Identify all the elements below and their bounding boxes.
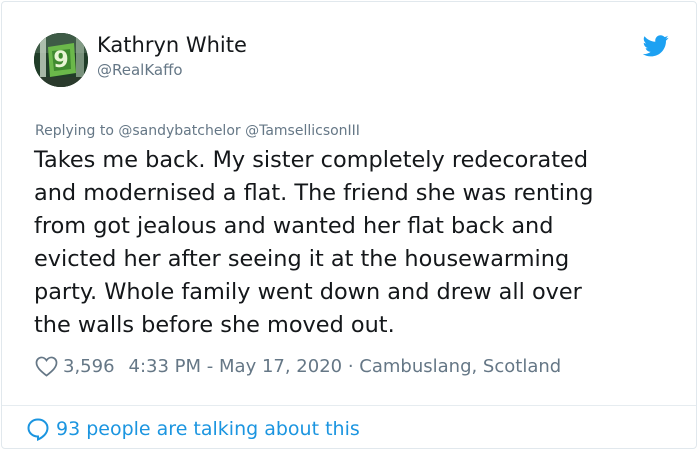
like-count[interactable]: 3,596 — [63, 356, 115, 377]
conversation-link[interactable]: 93 people are talking about this — [26, 415, 360, 443]
avatar[interactable]: 9 — [34, 33, 88, 87]
tweet-text: Takes me back. My sister completely rede… — [34, 147, 594, 338]
heart-icon[interactable] — [35, 356, 58, 377]
svg-text:9: 9 — [53, 48, 68, 73]
avatar-icon: 9 — [34, 33, 88, 87]
tweet-date[interactable]: May 17, 2020 — [219, 356, 342, 377]
tweet-location[interactable]: Cambuslang, Scotland — [359, 356, 561, 377]
tweet-meta: 3,596 4:33 PM - May 17, 2020 · Cambuslan… — [35, 352, 561, 380]
conversation-text[interactable]: 93 people are talking about this — [56, 418, 360, 440]
twitter-bird-icon[interactable] — [643, 35, 669, 57]
tweet-time[interactable]: 4:33 PM — [129, 356, 202, 377]
tweet-card: 9 Kathryn White @RealKaffo Replying to @… — [1, 1, 697, 449]
divider — [2, 405, 696, 406]
replying-to[interactable]: Replying to @sandybatchelor @Tamsellicso… — [35, 123, 360, 139]
date-separator: - — [201, 355, 220, 377]
author-name[interactable]: Kathryn White — [97, 33, 247, 57]
dot-separator: · — [342, 355, 360, 377]
author-handle[interactable]: @RealKaffo — [97, 61, 183, 79]
speech-bubble-icon — [27, 418, 49, 441]
